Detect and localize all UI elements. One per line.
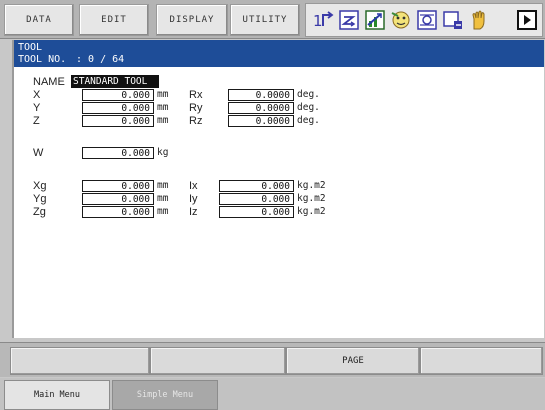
- function-key-bar: PAGE: [0, 342, 545, 377]
- screen-title: TOOL: [18, 42, 43, 53]
- xg-label: Xg: [33, 180, 47, 192]
- zg-field[interactable]: 0.000: [82, 206, 154, 218]
- name-label: NAME: [33, 76, 65, 88]
- yg-unit: mm: [157, 193, 169, 204]
- yg-field[interactable]: 0.000: [82, 193, 154, 205]
- w-unit: kg: [157, 147, 169, 158]
- name-field[interactable]: STANDARD TOOL: [71, 75, 159, 88]
- play-mode-icon: [443, 11, 462, 29]
- iy-unit: kg.m2: [297, 193, 326, 204]
- simple-menu-button[interactable]: Simple Menu: [112, 380, 218, 410]
- ix-label: Ix: [189, 180, 198, 192]
- cycle-icon: [339, 10, 359, 30]
- ix-field[interactable]: 0.000: [219, 180, 294, 192]
- y-label: Y: [33, 102, 41, 114]
- tool-no-value: : 0 / 64: [76, 54, 125, 65]
- rx-label: Rx: [189, 89, 203, 101]
- ix-unit: kg.m2: [297, 180, 326, 191]
- menu-display[interactable]: DISPLAY: [156, 4, 228, 36]
- iz-label: Iz: [189, 206, 198, 218]
- w-label: W: [33, 147, 44, 159]
- rx-field[interactable]: 0.0000: [228, 89, 294, 101]
- iz-unit: kg.m2: [297, 206, 326, 217]
- bottom-menu-bar: Main Menu Simple Menu: [0, 378, 545, 410]
- step-mode-icon: 1: [313, 11, 334, 30]
- tool-no-label: TOOL NO.: [18, 54, 67, 65]
- z-unit: mm: [157, 115, 169, 126]
- iy-field[interactable]: 0.000: [219, 193, 294, 205]
- iz-field[interactable]: 0.000: [219, 206, 294, 218]
- function-key-1[interactable]: [10, 347, 150, 375]
- header-strip: TOOL TOOL NO. : 0 / 64: [14, 40, 544, 67]
- main-menu-button[interactable]: Main Menu: [4, 380, 110, 410]
- menu-edit[interactable]: EDIT: [79, 4, 149, 36]
- iy-label: Iy: [189, 193, 198, 205]
- menu-data[interactable]: DATA: [4, 4, 74, 36]
- z-label: Z: [33, 115, 40, 127]
- function-key-4[interactable]: [420, 347, 543, 375]
- y-unit: mm: [157, 102, 169, 113]
- coordinate-icon: [417, 10, 437, 30]
- x-label: X: [33, 89, 41, 101]
- rx-unit: deg.: [297, 89, 320, 100]
- yg-label: Yg: [33, 193, 47, 205]
- x-field[interactable]: 0.000: [82, 89, 154, 101]
- security-icon: [391, 11, 410, 29]
- xg-field[interactable]: 0.000: [82, 180, 154, 192]
- hand-icon: [472, 10, 485, 30]
- ry-unit: deg.: [297, 102, 320, 113]
- w-field[interactable]: 0.000: [82, 147, 154, 159]
- menu-bar: DATA EDIT DISPLAY UTILITY 1: [0, 0, 545, 39]
- ry-field[interactable]: 0.0000: [228, 102, 294, 114]
- rz-unit: deg.: [297, 115, 320, 126]
- y-field[interactable]: 0.000: [82, 102, 154, 114]
- tool-data-panel: TOOL TOOL NO. : 0 / 64 NAME STANDARD TOO…: [12, 40, 544, 338]
- ry-label: Ry: [189, 102, 203, 114]
- z-field[interactable]: 0.000: [82, 115, 154, 127]
- zg-label: Zg: [33, 206, 46, 218]
- page-button[interactable]: PAGE: [286, 347, 420, 375]
- x-unit: mm: [157, 89, 169, 100]
- play-button-icon: [517, 10, 537, 30]
- rz-field[interactable]: 0.0000: [228, 115, 294, 127]
- rz-label: Rz: [189, 115, 203, 127]
- servo-status-icon: [365, 10, 385, 30]
- menu-utility[interactable]: UTILITY: [230, 4, 300, 36]
- zg-unit: mm: [157, 206, 169, 217]
- status-area: 1: [305, 3, 543, 37]
- xg-unit: mm: [157, 180, 169, 191]
- function-key-2[interactable]: [150, 347, 286, 375]
- svg-text:1: 1: [313, 12, 323, 30]
